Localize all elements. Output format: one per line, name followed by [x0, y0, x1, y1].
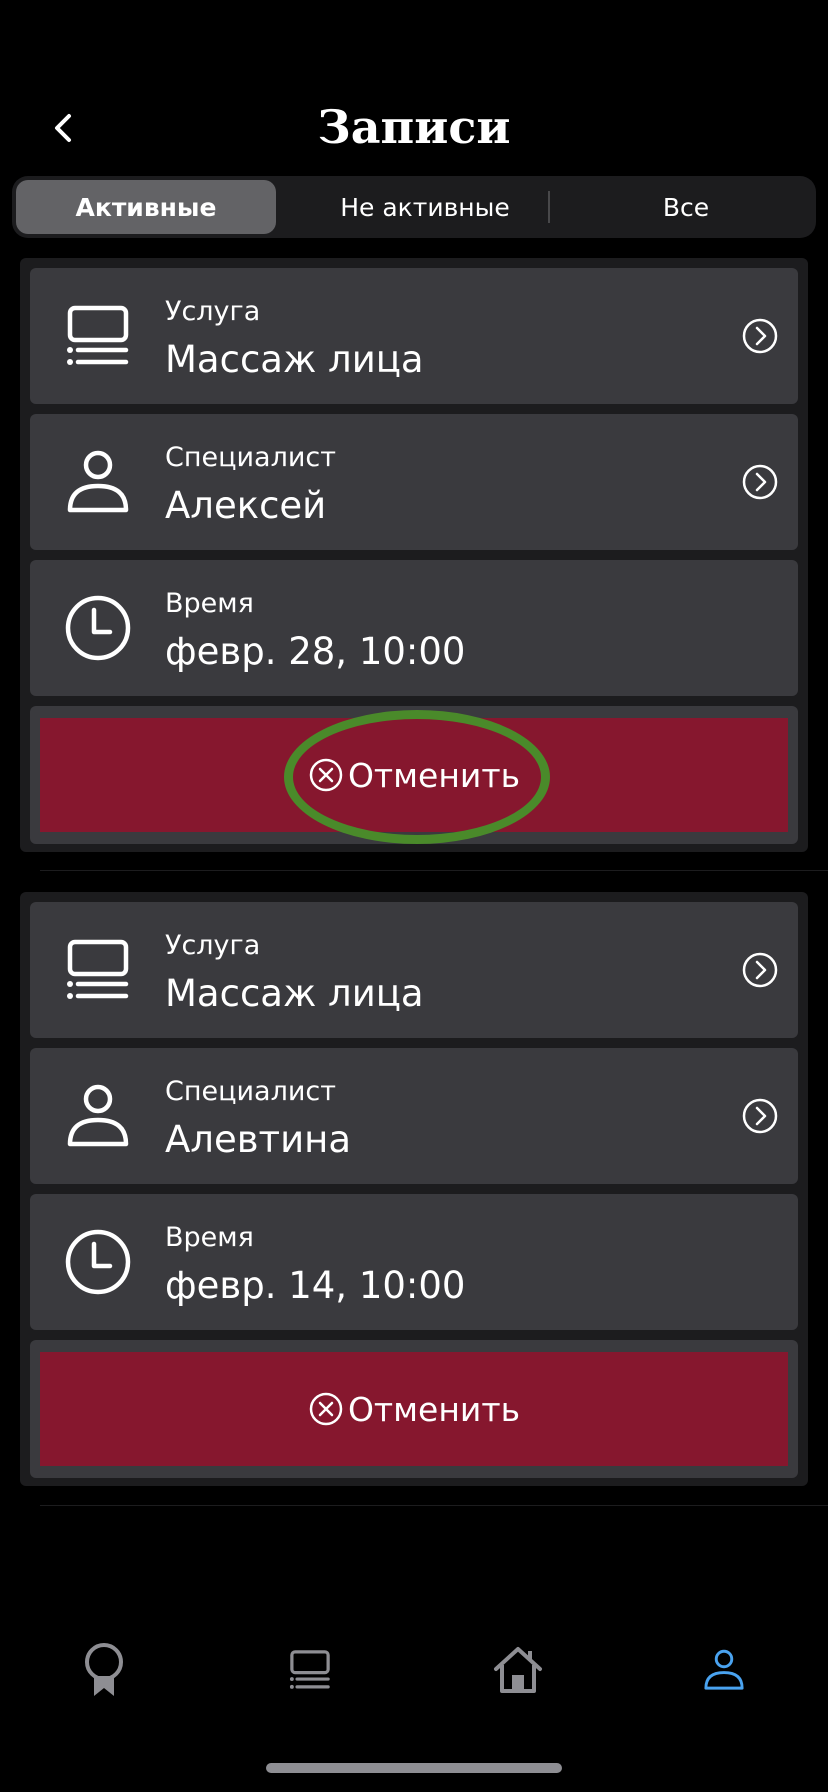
services-list-icon [67, 305, 129, 365]
person-icon [67, 450, 129, 513]
clock-icon [65, 595, 131, 661]
profile-icon [704, 1649, 744, 1690]
cancel-button[interactable]: Отменить [40, 718, 788, 832]
appointment-card: Услуга Массаж лица Специалист Алексей Вр… [20, 258, 808, 852]
tab-active[interactable]: Активные [16, 180, 276, 234]
time-value: февр. 14, 10:00 [165, 1264, 466, 1307]
cancel-button[interactable]: Отменить [40, 1352, 788, 1466]
tab-inactive[interactable]: Не активные [290, 180, 560, 234]
chevron-right-circle-icon[interactable] [740, 1096, 780, 1136]
tab-services[interactable] [280, 1640, 340, 1700]
tab-home[interactable] [488, 1640, 548, 1700]
home-icon [494, 1647, 542, 1693]
cancel-label: Отменить [347, 1389, 521, 1429]
time-value: февр. 28, 10:00 [165, 630, 466, 673]
appointment-card: Услуга Массаж лица Специалист Алевтина В… [20, 892, 808, 1486]
service-value: Массаж лица [165, 972, 424, 1015]
specialist-value: Алексей [165, 484, 327, 527]
clock-icon [65, 1229, 131, 1295]
specialist-row[interactable]: Специалист Алексей [30, 414, 798, 550]
chevron-right-circle-icon[interactable] [740, 950, 780, 990]
service-row[interactable]: Услуга Массаж лица [30, 902, 798, 1038]
bottom-tab-bar [0, 1630, 828, 1720]
cancel-container: Отменить [30, 706, 798, 844]
chevron-right-circle-icon[interactable] [740, 316, 780, 356]
time-label: Время [165, 1222, 254, 1253]
services-list-icon [289, 1650, 330, 1689]
home-indicator [266, 1763, 562, 1773]
specialist-row[interactable]: Специалист Алевтина [30, 1048, 798, 1184]
specialist-value: Алевтина [165, 1118, 351, 1161]
specialist-label: Специалист [165, 1076, 336, 1107]
tab-awards[interactable] [74, 1640, 134, 1700]
segment-divider [548, 191, 550, 223]
service-label: Услуга [165, 296, 261, 327]
person-icon [67, 1084, 129, 1147]
cancel-container: Отменить [30, 1340, 798, 1478]
chevron-right-circle-icon[interactable] [740, 462, 780, 502]
divider [40, 870, 828, 871]
time-row: Время февр. 28, 10:00 [30, 560, 798, 696]
service-value: Массаж лица [165, 338, 424, 381]
cancel-circle-icon [309, 1392, 343, 1426]
filter-segmented-control: Активные Не активные Все [12, 176, 816, 238]
page-title: Записи [317, 100, 511, 154]
award-icon [85, 1643, 123, 1696]
tab-profile[interactable] [694, 1640, 754, 1700]
service-row[interactable]: Услуга Массаж лица [30, 268, 798, 404]
header: Записи [0, 90, 828, 170]
cancel-label: Отменить [347, 755, 521, 795]
tab-all[interactable]: Все [560, 180, 812, 234]
time-row: Время февр. 14, 10:00 [30, 1194, 798, 1330]
time-label: Время [165, 588, 254, 619]
services-list-icon [67, 939, 129, 999]
service-label: Услуга [165, 930, 261, 961]
divider [40, 1505, 828, 1506]
specialist-label: Специалист [165, 442, 336, 473]
cancel-circle-icon [309, 758, 343, 792]
